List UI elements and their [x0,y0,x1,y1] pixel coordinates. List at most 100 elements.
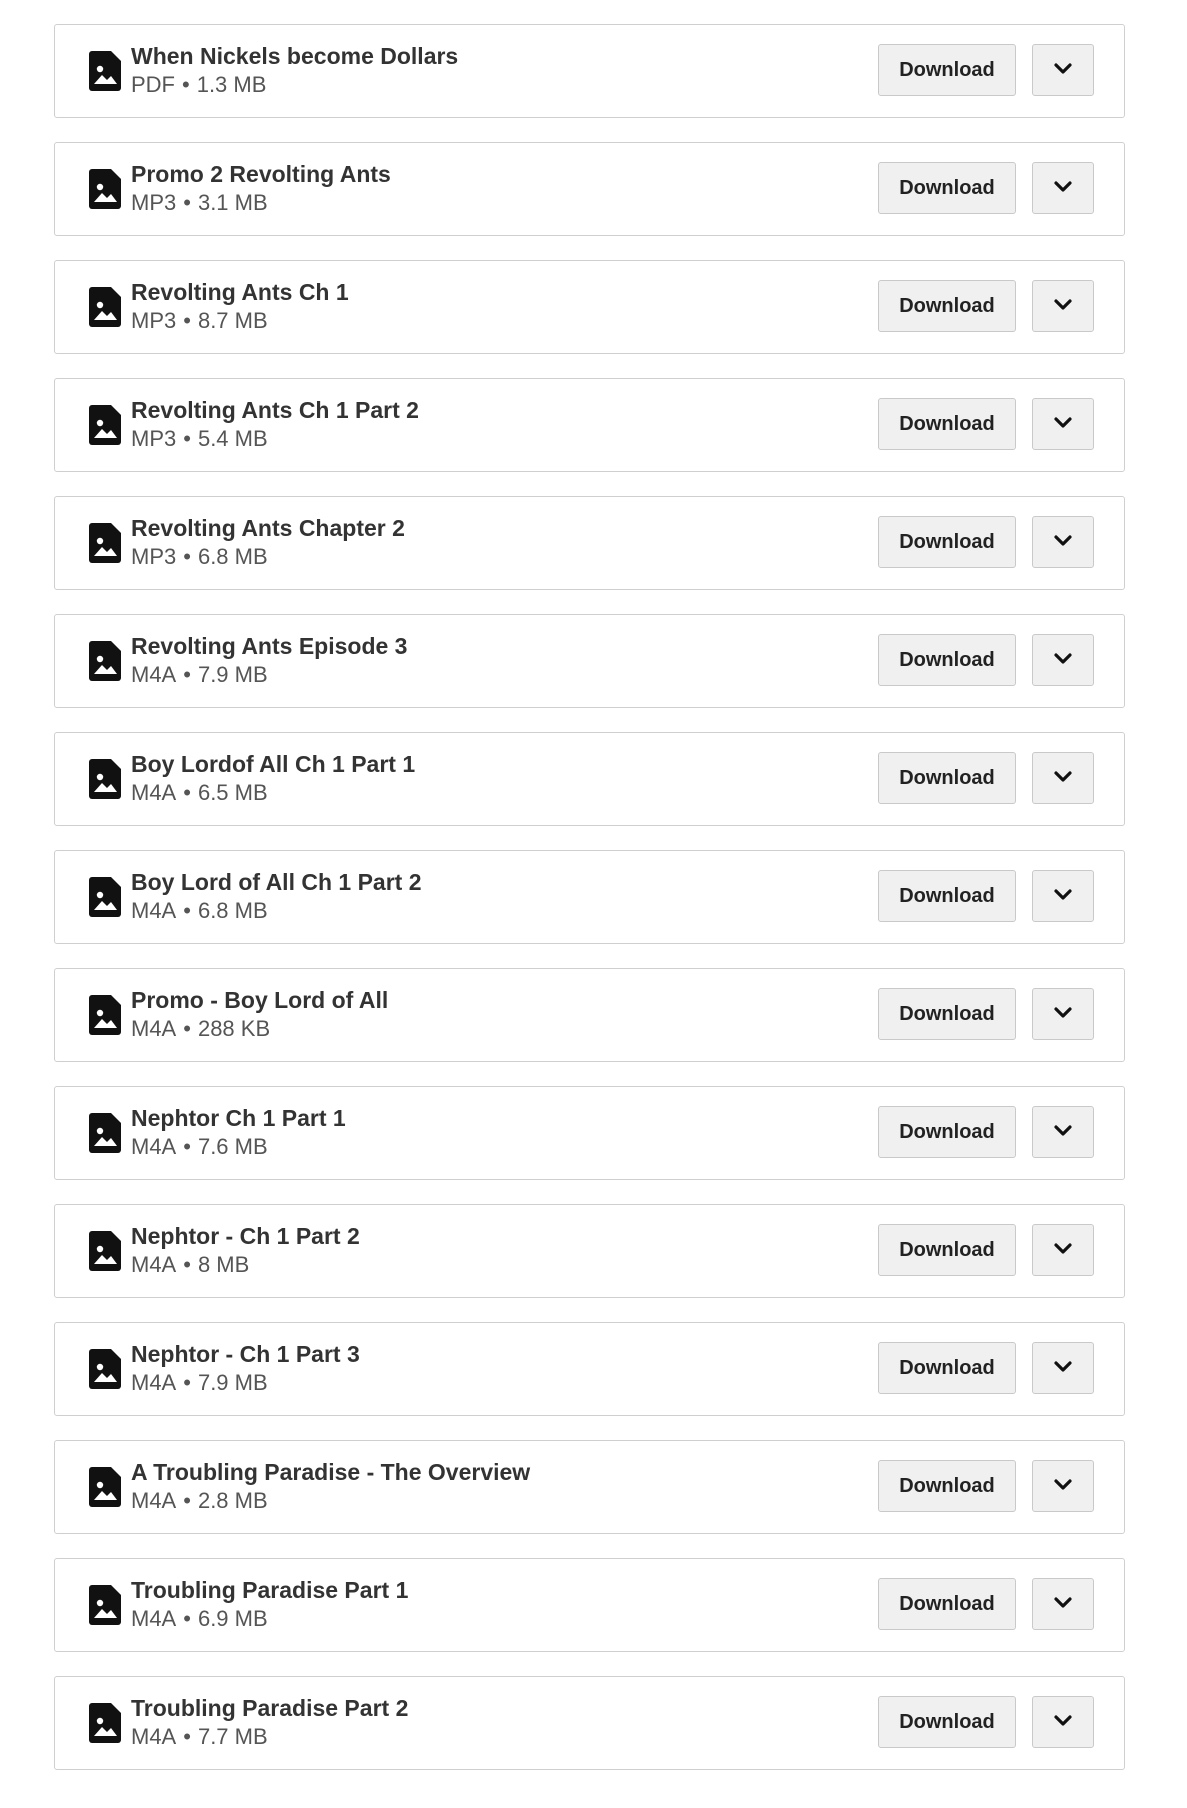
chevron-down-icon [1054,1478,1072,1494]
file-size: 6.5 MB [197,780,268,805]
more-options-button[interactable] [1032,1342,1094,1394]
file-size: 8 MB [197,1252,250,1277]
download-button[interactable]: Download [878,1106,1016,1158]
download-button[interactable]: Download [878,280,1016,332]
file-type: MP3 [131,544,177,569]
file-size: 288 KB [197,1016,271,1041]
meta-separator: • [183,190,191,215]
more-options-button[interactable] [1032,1578,1094,1630]
more-options-button[interactable] [1032,1696,1094,1748]
file-meta: PDF • 1.3 MB [131,70,458,100]
file-meta: M4A • 7.9 MB [131,1368,360,1398]
more-options-button[interactable] [1032,988,1094,1040]
chevron-down-icon [1054,1714,1072,1730]
file-image-icon [89,1703,121,1743]
more-options-button[interactable] [1032,1106,1094,1158]
file-image-icon [89,1231,121,1271]
file-size: 3.1 MB [197,190,268,215]
file-title: Nephtor - Ch 1 Part 2 [131,1223,360,1249]
file-image-icon [89,1113,121,1153]
download-button[interactable]: Download [878,398,1016,450]
file-type: M4A [131,1134,177,1159]
more-options-button[interactable] [1032,44,1094,96]
more-options-button[interactable] [1032,634,1094,686]
more-options-button[interactable] [1032,162,1094,214]
file-type: PDF [131,72,175,97]
file-meta: M4A • 288 KB [131,1014,388,1044]
file-title: Troubling Paradise Part 2 [131,1695,409,1721]
file-type: M4A [131,662,177,687]
file-title: Nephtor - Ch 1 Part 3 [131,1341,360,1367]
chevron-down-icon [1054,62,1072,78]
more-options-button[interactable] [1032,1460,1094,1512]
download-button[interactable]: Download [878,988,1016,1040]
meta-separator: • [183,426,191,451]
chevron-down-icon [1054,770,1072,786]
meta-separator: • [183,1724,191,1749]
file-image-icon [89,1349,121,1389]
file-type: M4A [131,1016,177,1041]
meta-separator: • [183,1488,191,1513]
more-options-button[interactable] [1032,752,1094,804]
file-size: 6.9 MB [197,1606,268,1631]
download-button[interactable]: Download [878,1342,1016,1394]
file-size: 2.8 MB [197,1488,268,1513]
download-button[interactable]: Download [878,1578,1016,1630]
meta-separator: • [183,662,191,687]
file-type: MP3 [131,426,177,451]
download-button[interactable]: Download [878,516,1016,568]
file-row: Boy Lord of All Ch 1 Part 2 M4A • 6.8 MB D… [54,850,1125,944]
file-meta: M4A • 7.7 MB [131,1722,408,1752]
download-button[interactable]: Download [878,634,1016,686]
download-button[interactable]: Download [878,752,1016,804]
file-meta: M4A • 6.8 MB [131,896,422,926]
file-row: Nephtor - Ch 1 Part 2 M4A • 8 MB Download [54,1204,1125,1298]
file-row: Troubling Paradise Part 2 M4A • 7.7 MB Dow… [54,1676,1125,1770]
file-title: Revolting Ants Ch 1 Part 2 [131,397,419,423]
file-size: 7.6 MB [197,1134,268,1159]
file-title: Boy Lord of All Ch 1 Part 2 [131,869,422,895]
download-button[interactable]: Download [878,44,1016,96]
file-type: M4A [131,1252,177,1277]
file-size: 7.7 MB [197,1724,268,1749]
file-list: When Nickels become Dollars PDF • 1.3 MB D… [54,24,1125,1794]
more-options-button[interactable] [1032,280,1094,332]
file-image-icon [89,169,121,209]
file-row: When Nickels become Dollars PDF • 1.3 MB D… [54,24,1125,118]
file-type: M4A [131,1488,177,1513]
file-meta: M4A • 7.6 MB [131,1132,346,1162]
file-size: 7.9 MB [197,662,268,687]
file-image-icon [89,51,121,91]
file-title: Revolting Ants Chapter 2 [131,515,405,541]
file-row: Revolting Ants Ch 1 MP3 • 8.7 MB Download [54,260,1125,354]
file-row: A Troubling Paradise - The Overview M4A •… [54,1440,1125,1534]
chevron-down-icon [1054,416,1072,432]
file-meta: M4A • 7.9 MB [131,660,407,690]
more-options-button[interactable] [1032,1224,1094,1276]
download-button[interactable]: Download [878,870,1016,922]
file-title: Boy Lordof All Ch 1 Part 1 [131,751,416,777]
file-title: Promo - Boy Lord of All [131,987,389,1013]
download-button[interactable]: Download [878,162,1016,214]
file-meta: M4A • 2.8 MB [131,1486,530,1516]
chevron-down-icon [1054,1360,1072,1376]
file-meta: M4A • 8 MB [131,1250,360,1280]
download-button[interactable]: Download [878,1696,1016,1748]
chevron-down-icon [1054,534,1072,550]
file-row: Revolting Ants Ch 1 Part 2 MP3 • 5.4 MB Do… [54,378,1125,472]
file-row: Nephtor - Ch 1 Part 3 M4A • 7.9 MB Downloa… [54,1322,1125,1416]
file-row: Nephtor Ch 1 Part 1 M4A • 7.6 MB Download [54,1086,1125,1180]
file-row: Troubling Paradise Part 1 M4A • 6.9 MB Dow… [54,1558,1125,1652]
download-button[interactable]: Download [878,1460,1016,1512]
download-button[interactable]: Download [878,1224,1016,1276]
file-image-icon [89,759,121,799]
chevron-down-icon [1054,298,1072,314]
file-row: Revolting Ants Episode 3 M4A • 7.9 MB Down… [54,614,1125,708]
more-options-button[interactable] [1032,398,1094,450]
more-options-button[interactable] [1032,870,1094,922]
chevron-down-icon [1054,652,1072,668]
file-title: Troubling Paradise Part 1 [131,1577,409,1603]
file-image-icon [89,1585,121,1625]
more-options-button[interactable] [1032,516,1094,568]
file-size: 7.9 MB [197,1370,268,1395]
